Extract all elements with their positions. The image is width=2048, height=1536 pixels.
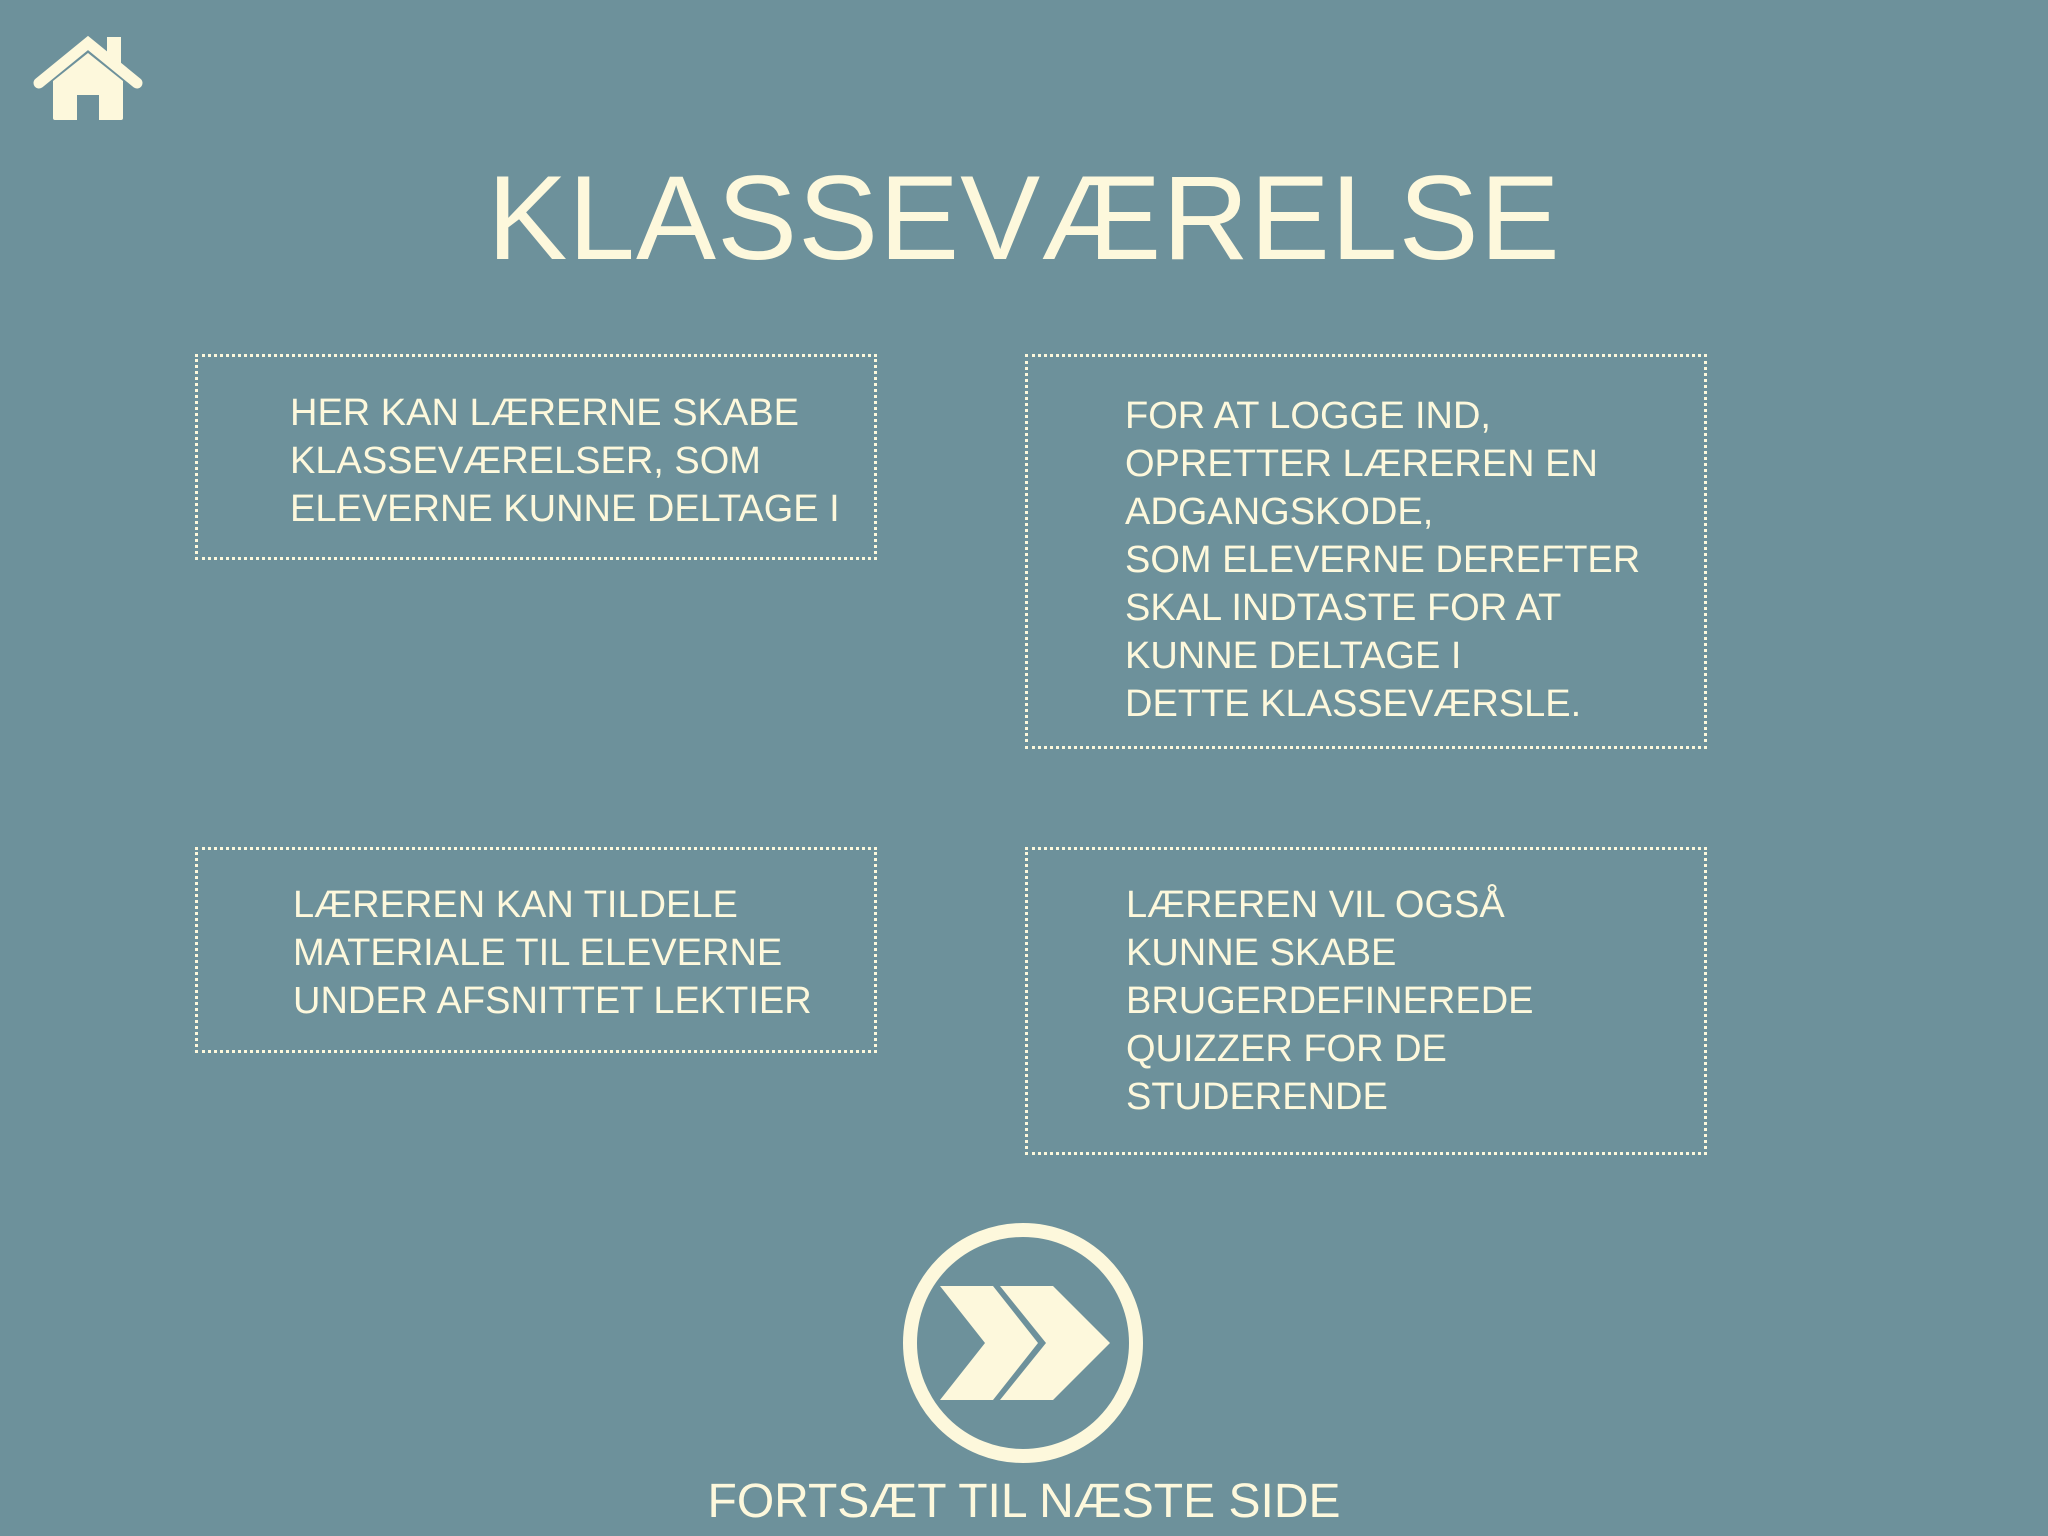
info-text: LÆREREN VIL OGSÅ KUNNE SKABE BRUGERDEFIN… [1126, 884, 1534, 1118]
double-chevron-right-icon [903, 1223, 1143, 1463]
info-text: FOR AT LOGGE IND, OPRETTER LÆREREN EN AD… [1125, 395, 1641, 725]
next-page-label[interactable]: FORTSÆT TIL NÆSTE SIDE [0, 1476, 2048, 1528]
info-box-custom-quizzes: LÆREREN VIL OGSÅ KUNNE SKABE BRUGERDEFIN… [1025, 847, 1707, 1155]
info-box-assign-material: LÆREREN KAN TILDELE MATERIALE TIL ELEVER… [195, 847, 877, 1053]
home-icon [33, 35, 143, 120]
info-box-create-classrooms: HER KAN LÆRERNE SKABE KLASSEVÆRELSER, SO… [195, 354, 877, 560]
info-text: LÆREREN KAN TILDELE MATERIALE TIL ELEVER… [293, 884, 812, 1022]
page-title: KLASSEVÆRELSE [487, 151, 1561, 285]
info-box-login-code: FOR AT LOGGE IND, OPRETTER LÆREREN EN AD… [1025, 354, 1707, 749]
next-page-button[interactable] [900, 1220, 1146, 1466]
info-text: HER KAN LÆRERNE SKABE KLASSEVÆRELSER, SO… [290, 392, 840, 530]
home-button[interactable] [33, 33, 143, 123]
